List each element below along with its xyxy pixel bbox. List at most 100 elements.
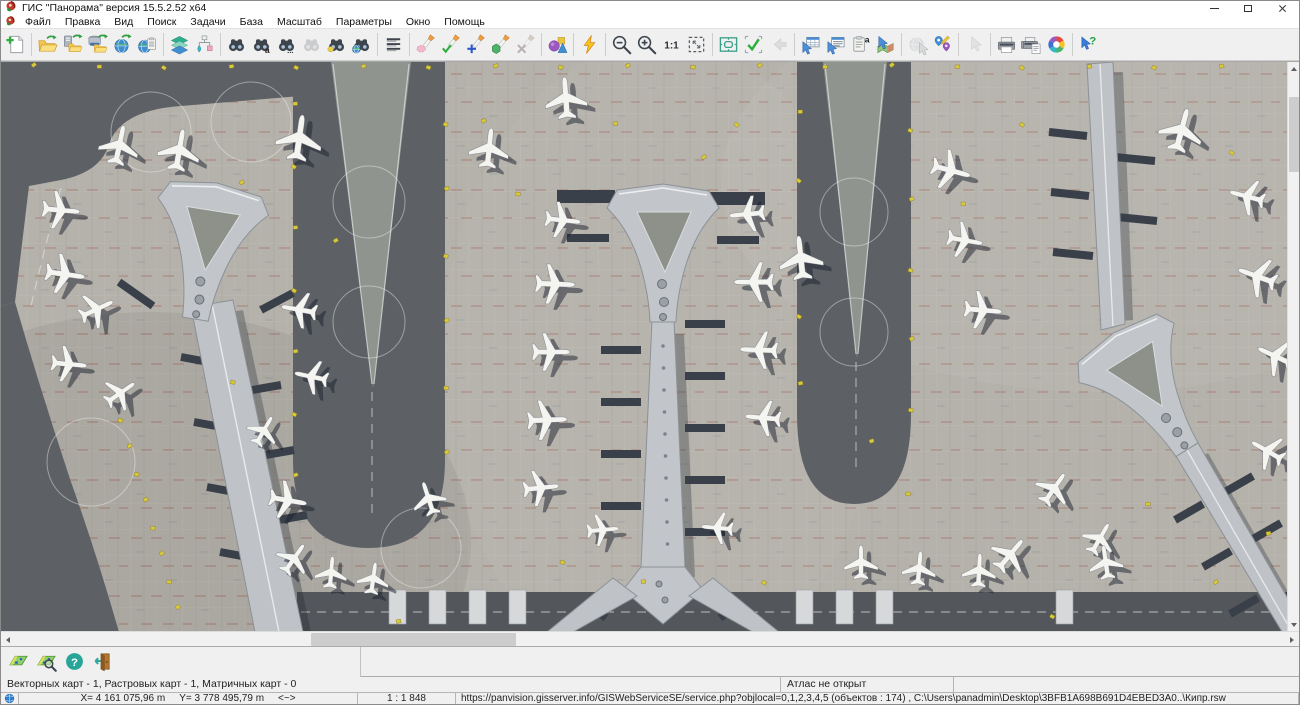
zoom-in-button[interactable] bbox=[634, 31, 659, 58]
help-button[interactable]: ? bbox=[60, 649, 88, 675]
menu-search[interactable]: Поиск bbox=[140, 16, 183, 28]
status-bar: Векторных карт - 1, Растровых карт - 1, … bbox=[1, 676, 1299, 692]
layers-button[interactable] bbox=[167, 31, 192, 58]
toolbar-separator bbox=[409, 33, 410, 56]
object-list-button[interactable] bbox=[381, 31, 406, 58]
menu-options[interactable]: Параметры bbox=[329, 16, 399, 28]
toolbar-separator bbox=[958, 33, 959, 56]
close-button[interactable] bbox=[1265, 1, 1299, 15]
zoom-out-button[interactable] bbox=[609, 31, 634, 58]
select-table-button[interactable] bbox=[798, 31, 823, 58]
find-object-button[interactable] bbox=[324, 31, 349, 58]
print-button[interactable] bbox=[994, 31, 1019, 58]
scroll-up-arrow[interactable] bbox=[1288, 62, 1300, 76]
horizontal-scrollbar[interactable] bbox=[1, 631, 1299, 646]
minimize-button[interactable] bbox=[1197, 1, 1231, 15]
select-confirm-button[interactable] bbox=[438, 31, 463, 58]
open-geoportal-button[interactable] bbox=[110, 31, 135, 58]
print-report-button[interactable] bbox=[1019, 31, 1044, 58]
coord-mode[interactable]: <~> bbox=[278, 693, 296, 704]
coord-y: Y= 3 778 495,79 m bbox=[179, 693, 264, 704]
open-project-button[interactable] bbox=[135, 31, 160, 58]
select-objects-button[interactable] bbox=[488, 31, 513, 58]
select-area-button[interactable] bbox=[413, 31, 438, 58]
map-tools-panel: ? bbox=[1, 647, 361, 677]
find-geoportal-button[interactable] bbox=[349, 31, 374, 58]
menu-window[interactable]: Окно bbox=[399, 16, 437, 28]
palette-button[interactable] bbox=[1044, 31, 1069, 58]
context-help-button[interactable]: ? bbox=[1076, 31, 1101, 58]
route-button[interactable] bbox=[930, 31, 955, 58]
find-button[interactable] bbox=[224, 31, 249, 58]
find-by-name-button[interactable]: a bbox=[249, 31, 274, 58]
events-button[interactable] bbox=[577, 31, 602, 58]
scroll-left-arrow[interactable] bbox=[1, 632, 15, 647]
toolbar-separator bbox=[794, 33, 795, 56]
legend-button[interactable] bbox=[192, 31, 217, 58]
data-source-path: https://panvision.gisserver.info/GISWebS… bbox=[456, 693, 1299, 705]
geoportal-select-button bbox=[905, 31, 930, 58]
objects-3d-button[interactable] bbox=[545, 31, 570, 58]
svg-text:?: ? bbox=[1089, 36, 1096, 48]
map-view[interactable] bbox=[1, 62, 1289, 632]
title-bar: ГИС "Панорама" версия 15.5.2.52 x64 bbox=[1, 1, 1299, 15]
window-title: ГИС "Панорама" версия 15.5.2.52 x64 bbox=[22, 2, 206, 14]
select-list-button[interactable] bbox=[823, 31, 848, 58]
menu-tasks[interactable]: Задачи bbox=[183, 16, 232, 28]
toolbar-separator bbox=[605, 33, 606, 56]
toolbar-separator bbox=[901, 33, 902, 56]
svg-text:a: a bbox=[865, 35, 870, 45]
exit-button[interactable] bbox=[88, 649, 116, 675]
menu-view[interactable]: Вид bbox=[107, 16, 140, 28]
apply-button[interactable] bbox=[741, 31, 766, 58]
bottom-toolbar: ? bbox=[1, 646, 1299, 676]
toolbar-separator bbox=[1072, 33, 1073, 56]
coord-x: X= 4 161 075,96 m bbox=[80, 693, 165, 704]
vertical-scroll-thumb[interactable] bbox=[1289, 97, 1299, 172]
menu-edit[interactable]: Правка bbox=[58, 16, 107, 28]
find-extended-button[interactable]: ... bbox=[274, 31, 299, 58]
toolbar-separator bbox=[31, 33, 32, 56]
pan-view-button[interactable] bbox=[716, 31, 741, 58]
attributes-button[interactable]: a bbox=[848, 31, 873, 58]
map-search-button[interactable] bbox=[32, 649, 60, 675]
horizontal-scroll-thumb[interactable] bbox=[311, 633, 516, 646]
maximize-icon bbox=[1244, 5, 1252, 12]
minimize-icon bbox=[1210, 8, 1219, 9]
main-toolbar: a... 1:1 a? bbox=[1, 29, 1299, 61]
menu-scale[interactable]: Масштаб bbox=[270, 16, 329, 28]
scroll-right-arrow[interactable] bbox=[1285, 632, 1299, 647]
menu-help[interactable]: Помощь bbox=[437, 16, 492, 28]
open-site-button[interactable] bbox=[60, 31, 85, 58]
map-objects-button[interactable] bbox=[4, 649, 32, 675]
open-database-button[interactable] bbox=[85, 31, 110, 58]
open-map-button[interactable] bbox=[35, 31, 60, 58]
menu-file[interactable]: Файл bbox=[18, 16, 58, 28]
toolbar-separator bbox=[163, 33, 164, 56]
scale-original-button[interactable]: 1:1 bbox=[659, 31, 684, 58]
new-map-button[interactable] bbox=[3, 31, 28, 58]
app-icon bbox=[5, 0, 17, 17]
select-map-button[interactable] bbox=[873, 31, 898, 58]
close-icon bbox=[1278, 4, 1287, 13]
toolbar-separator bbox=[541, 33, 542, 56]
step-back-button bbox=[766, 31, 791, 58]
menu-bar: Файл Правка Вид Поиск Задачи База Масшта… bbox=[1, 15, 1299, 29]
toolbar-separator bbox=[573, 33, 574, 56]
vertical-scrollbar[interactable] bbox=[1287, 62, 1299, 632]
select-add-button[interactable] bbox=[463, 31, 488, 58]
maps-info: Векторных карт - 1, Растровых карт - 1, … bbox=[1, 677, 781, 692]
status-spacer bbox=[954, 677, 1299, 692]
map-scale[interactable]: 1 : 1 848 bbox=[358, 693, 456, 705]
svg-text:?: ? bbox=[71, 657, 78, 669]
maximize-button[interactable] bbox=[1231, 1, 1265, 15]
fit-window-button[interactable] bbox=[684, 31, 709, 58]
svg-text:...: ... bbox=[287, 46, 293, 55]
menu-database[interactable]: База bbox=[233, 16, 270, 28]
scroll-down-arrow[interactable] bbox=[1288, 618, 1300, 632]
svg-text:1:1: 1:1 bbox=[664, 40, 679, 51]
map-area bbox=[1, 61, 1299, 631]
app-window: ГИС "Панорама" версия 15.5.2.52 x64 Файл… bbox=[0, 0, 1300, 705]
toolbar-separator bbox=[990, 33, 991, 56]
atlas-status: Атлас не открыт bbox=[781, 677, 954, 692]
